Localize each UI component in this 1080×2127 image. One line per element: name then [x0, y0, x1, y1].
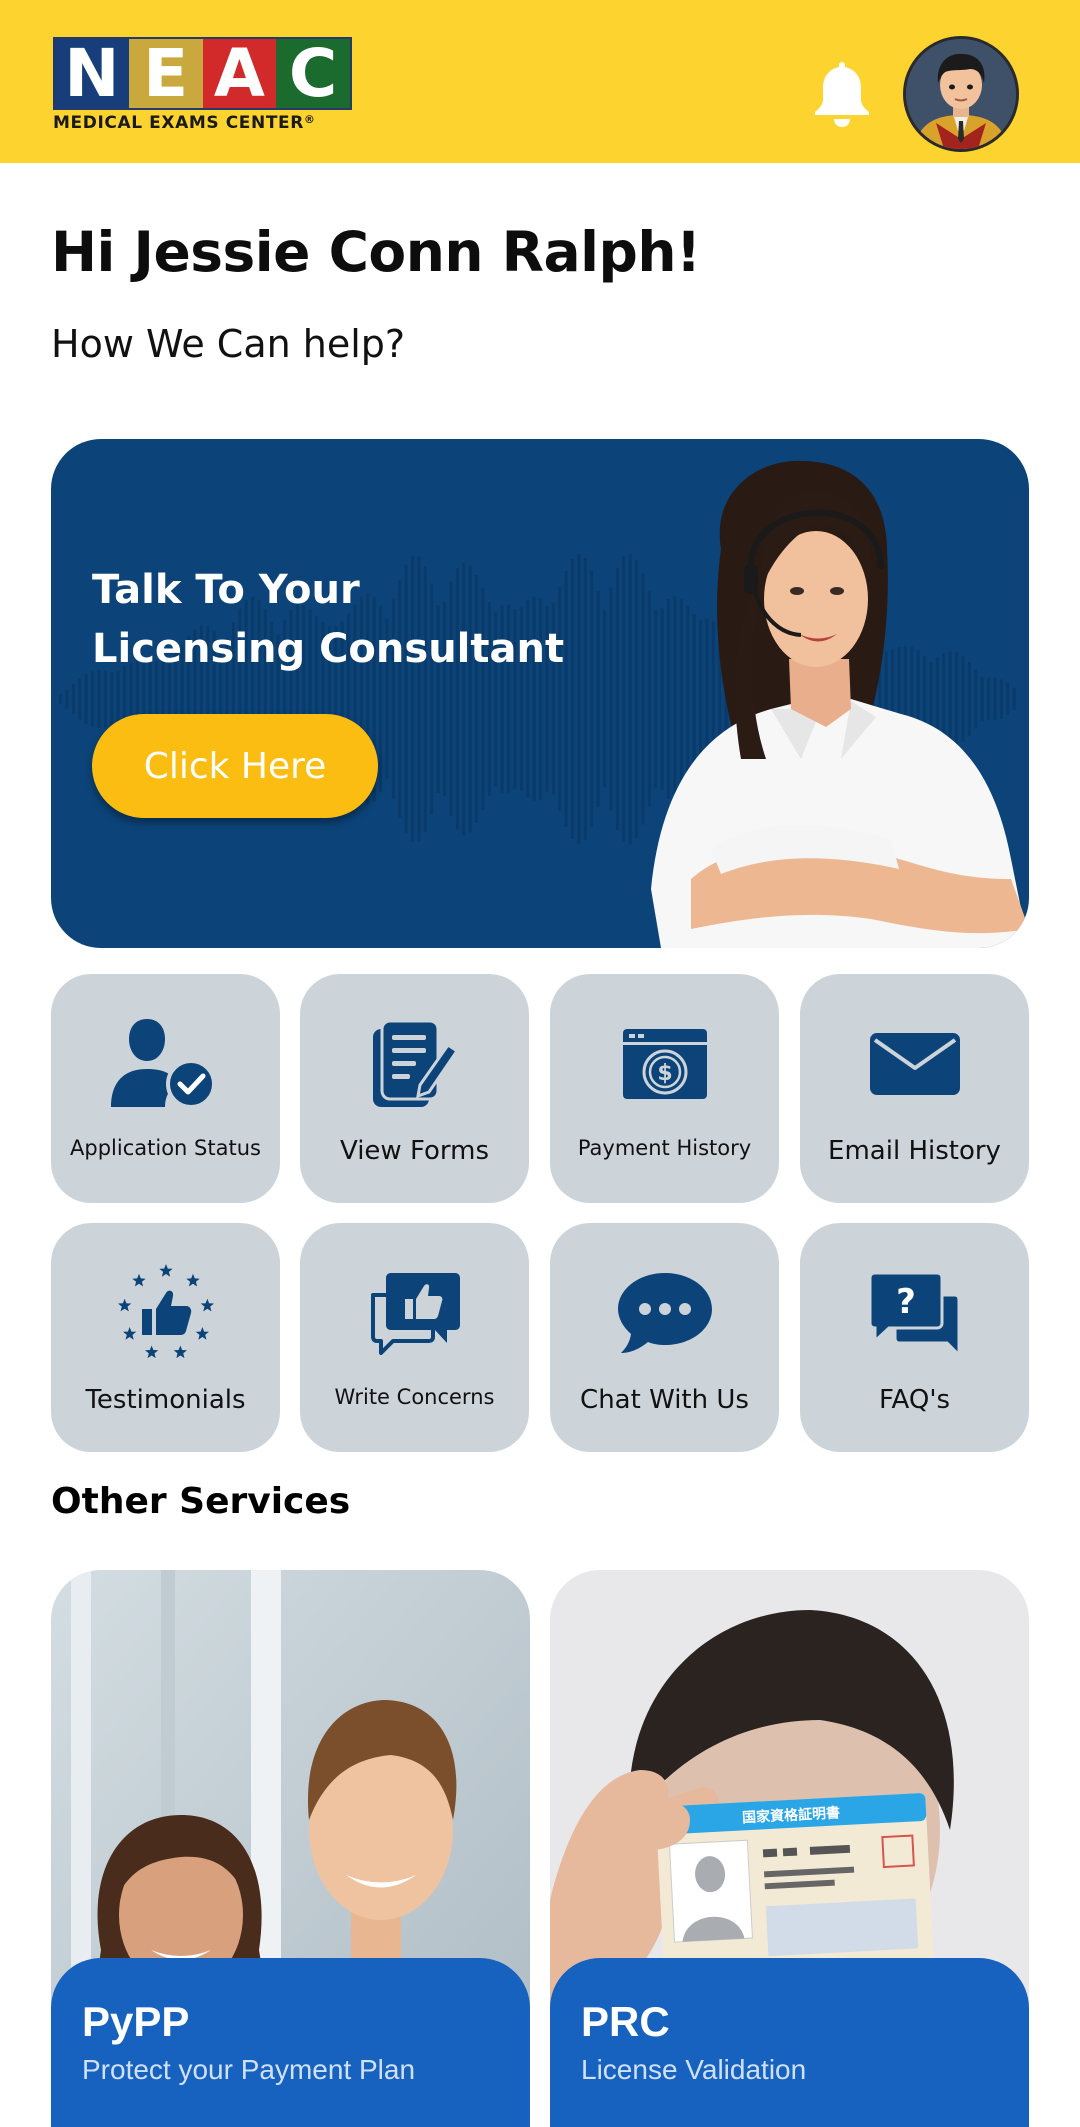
- other-services-heading: Other Services: [51, 1481, 351, 1522]
- user-check-icon: [110, 1019, 221, 1109]
- payment-window-icon: $: [610, 1019, 720, 1109]
- app-header: N E A C MEDICAL EXAMS CENTER®: [0, 0, 1080, 163]
- tile-label: Email History: [828, 1136, 1001, 1166]
- logo-subtitle: MEDICAL EXAMS CENTER®: [53, 113, 316, 133]
- service-subtitle: License Validation: [581, 2054, 807, 2085]
- question-chat-icon: ?: [860, 1268, 970, 1358]
- logo-letter-n: N: [55, 39, 129, 108]
- service-panel: PRC License Validation: [550, 1958, 1029, 2127]
- tile-write-concerns[interactable]: Write Concerns: [300, 1223, 529, 1452]
- tile-chat-with-us[interactable]: Chat With Us: [550, 1223, 779, 1452]
- tile-email-history[interactable]: Email History: [800, 974, 1029, 1203]
- star-shape: [195, 1327, 209, 1340]
- tile-label: Chat With Us: [580, 1385, 749, 1415]
- greeting-subtitle: How We Can help?: [51, 322, 406, 366]
- tile-application-status[interactable]: Application Status: [51, 974, 280, 1203]
- logo-letter-e: E: [128, 39, 203, 108]
- envelope-icon: [860, 1019, 970, 1109]
- wave-bar: [628, 553, 632, 845]
- service-panel: PyPP Protect your Payment Plan: [51, 1958, 530, 2127]
- thumbs-up-chat-icon: [360, 1268, 470, 1358]
- service-card-pypp[interactable]: PyPP Protect your Payment Plan: [51, 1570, 530, 2127]
- tile-label: Write Concerns: [334, 1385, 495, 1409]
- star-shape: [173, 1345, 187, 1359]
- logo-letter-c: C: [276, 39, 350, 108]
- star-shape: [185, 1273, 200, 1287]
- wave-bar: [59, 694, 62, 704]
- greeting-title: Hi Jessie Conn Ralph!: [51, 220, 701, 284]
- tile-label: Payment History: [577, 1136, 752, 1160]
- service-title: PRC: [581, 1998, 670, 2045]
- star-shape: [200, 1298, 214, 1312]
- tile-view-forms[interactable]: View Forms: [300, 974, 529, 1203]
- star-shape: [122, 1327, 136, 1340]
- wave-bar: [615, 568, 619, 830]
- neac-logo[interactable]: N E A C MEDICAL EXAMS CENTER®: [53, 37, 352, 133]
- tile-label: Application Status: [70, 1136, 261, 1160]
- svg-text:$: $: [657, 1061, 672, 1086]
- consultant-banner[interactable]: Talk To Your Licensing Consultant Click …: [51, 439, 1029, 948]
- star-shape: [131, 1273, 146, 1287]
- service-subtitle: Protect your Payment Plan: [82, 2054, 416, 2085]
- tile-label: FAQ's: [878, 1385, 951, 1415]
- service-title: PyPP: [82, 1998, 190, 2045]
- user-avatar[interactable]: [903, 36, 1019, 152]
- tile-testimonials[interactable]: Testimonials: [51, 1223, 280, 1452]
- consultant-photo: [651, 460, 1029, 948]
- logo-letter-a: A: [202, 39, 277, 108]
- wave-bar: [622, 556, 626, 842]
- wave-bar: [641, 573, 645, 825]
- banner-title: Talk To Your Licensing Consultant: [92, 567, 565, 672]
- service-card-prc[interactable]: 国家資格証明書 PRC License Validation: [550, 1570, 1029, 2127]
- tile-faqs[interactable]: ? FAQ's: [800, 1223, 1029, 1452]
- notification-bell-icon[interactable]: [812, 58, 872, 128]
- wave-bar: [84, 674, 88, 724]
- tile-payment-history[interactable]: $ Payment History: [550, 974, 779, 1203]
- wave-bar: [71, 683, 75, 715]
- click-here-button[interactable]: Click Here: [92, 714, 378, 818]
- wave-bar: [78, 678, 82, 720]
- svg-text:?: ?: [896, 1282, 916, 1322]
- chat-bubble-icon: [610, 1268, 720, 1358]
- logo-letters: N E A C: [53, 37, 352, 110]
- forms-document-icon: [360, 1019, 470, 1109]
- star-shape: [117, 1298, 131, 1312]
- wave-bar: [91, 671, 94, 727]
- wave-bar: [103, 670, 107, 728]
- star-shape: [144, 1345, 158, 1359]
- wave-bar: [110, 672, 114, 726]
- thumbs-up-stars-icon: [111, 1264, 221, 1359]
- wave-bar: [635, 559, 638, 839]
- tile-label: Testimonials: [85, 1385, 246, 1415]
- wave-bar: [65, 689, 69, 709]
- tile-label: View Forms: [339, 1136, 489, 1166]
- star-shape: [158, 1264, 173, 1277]
